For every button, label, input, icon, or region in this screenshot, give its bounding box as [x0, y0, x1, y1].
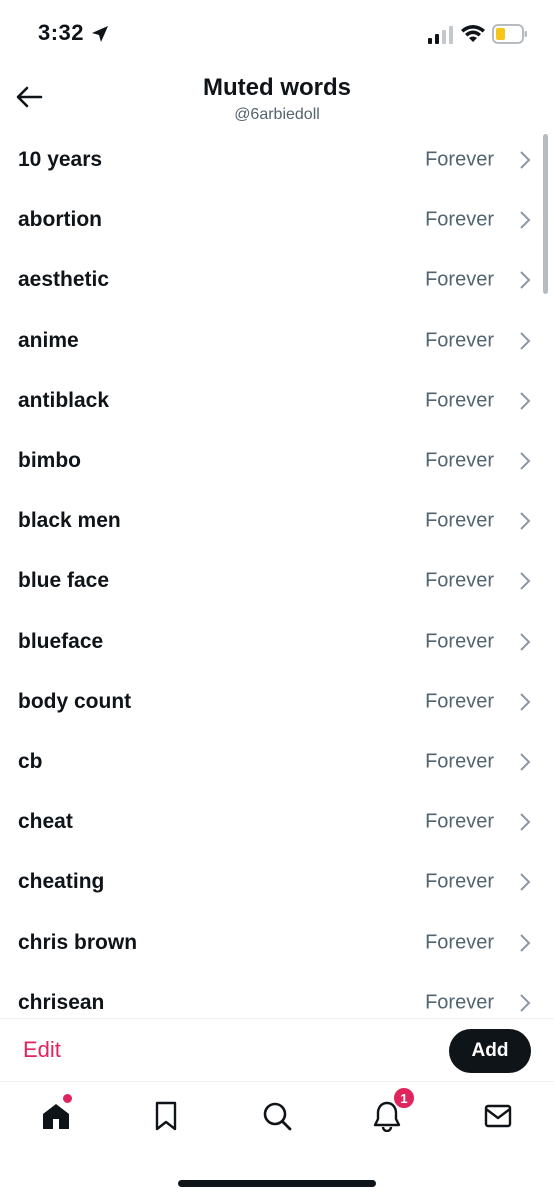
muted-word-label: cb — [18, 749, 43, 773]
muted-word-row[interactable]: antiblack Forever — [0, 371, 554, 431]
muted-word-row[interactable]: abortion Forever — [0, 190, 554, 250]
page-subtitle: @6arbiedoll — [234, 106, 320, 123]
muted-word-row[interactable]: bimbo Forever — [0, 431, 554, 491]
add-button[interactable]: Add — [449, 1029, 531, 1073]
mute-duration: Forever — [425, 931, 494, 954]
chevron-right-icon — [520, 933, 531, 952]
search-icon — [263, 1102, 292, 1131]
tab-home[interactable] — [36, 1093, 76, 1136]
tab-bar: 1 — [0, 1081, 554, 1152]
mute-duration: Forever — [425, 449, 494, 472]
muted-word-row[interactable]: 10 years Forever — [0, 130, 554, 190]
muted-word-row[interactable]: blueface Forever — [0, 612, 554, 672]
muted-word-label: black men — [18, 509, 121, 533]
muted-word-row[interactable]: anime Forever — [0, 311, 554, 371]
muted-word-row[interactable]: chrisean Forever — [0, 973, 554, 1018]
muted-word-label: body count — [18, 689, 132, 713]
mute-duration: Forever — [425, 389, 494, 412]
muted-word-row[interactable]: aesthetic Forever — [0, 250, 554, 310]
chevron-right-icon — [520, 392, 531, 410]
muted-word-label: cheat — [18, 810, 73, 834]
scrollbar[interactable] — [543, 134, 548, 294]
wifi-icon — [461, 25, 485, 42]
muted-word-label: abortion — [18, 208, 102, 232]
muted-word-row[interactable]: body count Forever — [0, 672, 554, 732]
home-indicator[interactable] — [178, 1180, 376, 1187]
mute-duration: Forever — [425, 148, 494, 171]
mute-duration: Forever — [425, 509, 494, 532]
mute-duration: Forever — [425, 690, 494, 713]
bookmark-icon — [155, 1101, 177, 1131]
muted-words-list: 10 years Forever abortion Forever aesthe… — [0, 130, 554, 1018]
muted-word-label: anime — [18, 328, 79, 352]
home-icon — [43, 1104, 69, 1129]
header: Muted words @6arbiedoll — [0, 70, 554, 132]
chevron-right-icon — [520, 753, 531, 771]
chevron-right-icon — [520, 693, 531, 711]
edit-button[interactable]: Edit — [23, 1037, 61, 1063]
cellular-signal-icon — [428, 26, 453, 44]
chevron-right-icon — [520, 271, 531, 290]
action-bar: Edit Add — [0, 1018, 554, 1081]
muted-word-label: chrisean — [18, 990, 105, 1014]
chevron-right-icon — [520, 452, 531, 470]
tab-notifications[interactable]: 1 — [367, 1087, 415, 1136]
battery-icon — [492, 24, 527, 44]
location-arrow-icon — [92, 26, 108, 42]
muted-word-row[interactable]: blue face Forever — [0, 551, 554, 611]
muted-word-label: blueface — [18, 629, 104, 653]
chevron-right-icon — [520, 572, 531, 591]
muted-word-label: cheating — [18, 870, 105, 894]
mail-icon — [484, 1104, 512, 1128]
muted-word-row[interactable]: cb Forever — [0, 732, 554, 792]
mute-duration: Forever — [425, 329, 494, 352]
muted-word-label: 10 years — [18, 148, 103, 172]
unread-dot — [62, 1093, 73, 1104]
muted-word-label: antiblack — [18, 388, 110, 412]
chevron-right-icon — [520, 331, 531, 350]
mute-duration: Forever — [425, 630, 494, 653]
muted-word-row[interactable]: chris brown Forever — [0, 912, 554, 972]
chevron-right-icon — [520, 813, 531, 831]
mute-duration: Forever — [425, 268, 494, 291]
muted-word-label: blue face — [18, 569, 110, 593]
chevron-right-icon — [520, 994, 531, 1012]
status-time: 3:32 — [38, 20, 85, 45]
muted-word-row[interactable]: cheat Forever — [0, 792, 554, 852]
mute-duration: Forever — [425, 991, 494, 1014]
muted-word-label: bimbo — [18, 449, 81, 473]
tab-search[interactable] — [257, 1096, 297, 1136]
mute-duration: Forever — [425, 750, 494, 773]
muted-word-row[interactable]: cheating Forever — [0, 852, 554, 912]
chevron-right-icon — [520, 632, 531, 651]
tab-bookmarks[interactable] — [146, 1096, 186, 1136]
chevron-right-icon — [520, 873, 531, 892]
status-bar: 3:32 — [0, 0, 554, 70]
mute-duration: Forever — [425, 569, 494, 592]
mute-duration: Forever — [425, 810, 494, 833]
chevron-right-icon — [520, 211, 531, 229]
mute-duration: Forever — [425, 208, 494, 231]
muted-word-label: aesthetic — [18, 268, 110, 292]
chevron-right-icon — [520, 512, 531, 530]
notification-badge: 1 — [393, 1087, 415, 1109]
chevron-right-icon — [520, 151, 531, 169]
mute-duration: Forever — [425, 870, 494, 893]
muted-word-label: chris brown — [18, 930, 138, 954]
tab-messages[interactable] — [478, 1096, 518, 1136]
muted-word-row[interactable]: black men Forever — [0, 491, 554, 551]
page-title: Muted words — [203, 74, 351, 101]
